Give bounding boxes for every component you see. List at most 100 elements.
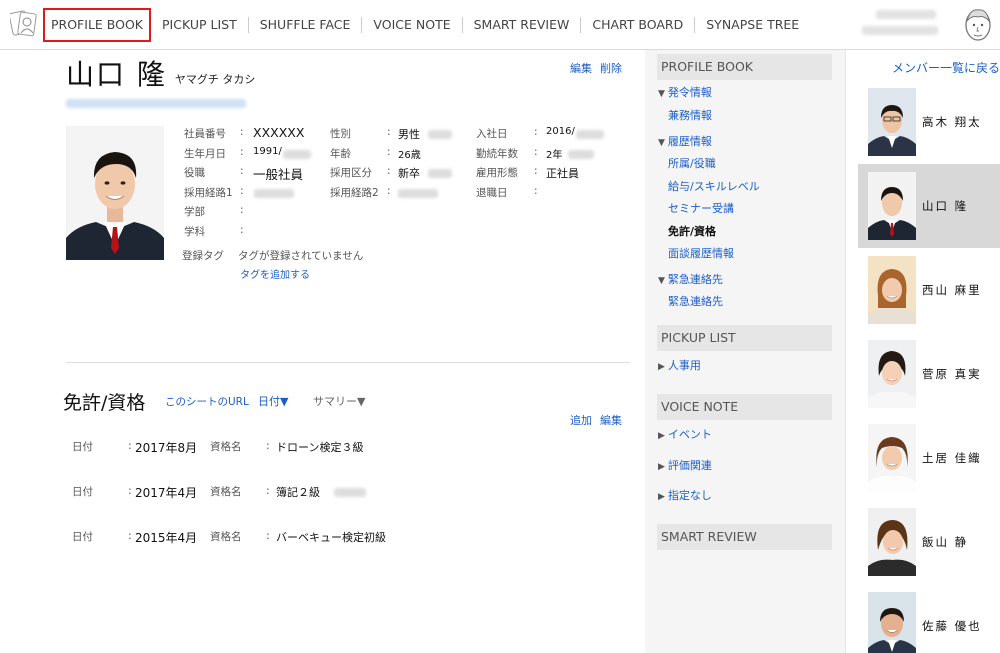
nav-synapse-tree[interactable]: SYNAPSE TREE <box>695 17 810 33</box>
menu-head-smart-review[interactable]: SMART REVIEW <box>657 524 832 550</box>
nav-pickup-list[interactable]: PICKUP LIST <box>151 17 249 33</box>
join-date-label: 入社日 <box>476 128 508 140</box>
member-item[interactable]: 飯山 静 <box>858 500 1000 584</box>
birth-label: 生年月日 <box>184 147 226 160</box>
menu-item-label: 指定なし <box>667 489 712 502</box>
blurred-value <box>428 169 452 178</box>
major-label: 学科 <box>184 225 205 238</box>
nav-profile-book[interactable]: PROFILE BOOK <box>43 8 152 42</box>
member-photo <box>868 508 916 576</box>
nav-smart-review[interactable]: SMART REVIEW <box>463 17 582 33</box>
license-row: 日付 : 2017年8月 資格名 : ドローン検定３級 <box>72 439 632 459</box>
retire-label: 退職日 <box>476 186 508 199</box>
menu-item-unspecified[interactable]: ▶ 指定なし <box>658 487 712 503</box>
blurred-value <box>334 488 366 497</box>
colon: : <box>534 145 538 158</box>
menu-group-label: 履歴情報 <box>667 135 712 148</box>
summary-dropdown[interactable]: サマリー▼ <box>313 393 365 409</box>
colon: : <box>387 184 391 197</box>
menu-head-profile-book[interactable]: PROFILE BOOK <box>657 54 832 80</box>
add-license-link[interactable]: 追加 <box>570 414 592 427</box>
menu-item-emergency-contact[interactable]: 緊急連絡先 <box>668 293 723 309</box>
colon: : <box>534 126 538 138</box>
colon: : <box>240 145 244 158</box>
user-avatar-icon[interactable] <box>962 6 994 44</box>
gender-label: 性別 <box>330 128 351 140</box>
menu-item-seminar[interactable]: セミナー受講 <box>668 200 734 216</box>
license-actions: 追加 編集 <box>570 412 630 428</box>
nav-chart-board[interactable]: CHART BOARD <box>581 17 696 33</box>
member-photo <box>868 592 916 653</box>
employment-value: 正社員 <box>546 167 579 180</box>
member-item[interactable]: 西山 麻里 <box>858 248 1000 332</box>
member-photo <box>868 172 916 240</box>
colon: : <box>240 204 244 216</box>
blurred-link[interactable] <box>66 99 246 108</box>
hire-type-label: 採用区分 <box>330 167 372 179</box>
back-to-members-link[interactable]: メンバー一覧に戻る <box>892 59 1000 76</box>
edit-license-link[interactable]: 編集 <box>600 414 622 427</box>
menu-head-voice-note[interactable]: VOICE NOTE <box>657 394 832 420</box>
member-item[interactable]: 菅原 真実 <box>858 332 1000 416</box>
route2-label: 採用経路2 <box>330 186 379 199</box>
menu-item-department[interactable]: 所属/役職 <box>668 155 716 171</box>
colon: : <box>240 126 244 138</box>
member-item[interactable]: 高木 翔太 <box>858 80 1000 164</box>
colon: : <box>266 529 270 542</box>
member-name: 菅原 真実 <box>922 367 982 381</box>
member-photo <box>868 256 916 324</box>
add-tag-link[interactable]: タグを追加する <box>240 266 310 281</box>
license-date-label: 日付 <box>72 486 93 498</box>
license-date: 2017年8月 <box>135 441 198 455</box>
menu-head-pickup-list[interactable]: PICKUP LIST <box>657 325 832 351</box>
profile-name: 山口 隆 <box>66 58 167 91</box>
menu-item-interview[interactable]: 面談履歴情報 <box>668 245 734 261</box>
route1-label: 採用経路1 <box>184 186 233 199</box>
info-row-6: 学科 : <box>184 224 624 244</box>
menu-group-appointment[interactable]: ▼ 発令情報 <box>658 84 712 100</box>
info-row-1: 社員番号 : XXXXXX 性別 : 男性 入社日 : 2016/ <box>184 125 624 146</box>
member-list: メンバー一覧に戻る 高木 翔太 山口 隆 西山 麻里 菅原 真実 土居 佳織 飯… <box>845 50 1000 653</box>
profile-kana: ヤマグチ タカシ <box>174 73 256 86</box>
blurred-value <box>254 188 294 198</box>
colon: : <box>387 126 391 138</box>
delete-profile-link[interactable]: 削除 <box>600 62 622 75</box>
member-name: 飯山 静 <box>922 535 969 549</box>
top-navigation-bar: PROFILE BOOK PICKUP LIST SHUFFLE FACE VO… <box>0 0 1000 50</box>
colon: : <box>128 439 132 452</box>
triangle-down-icon: ▼ <box>658 89 665 99</box>
member-photo <box>868 424 916 492</box>
profile-info-table: 社員番号 : XXXXXX 性別 : 男性 入社日 : 2016/ 生年月日 :… <box>184 125 624 244</box>
nav-voice-note[interactable]: VOICE NOTE <box>362 17 463 33</box>
nav-shuffle-face[interactable]: SHUFFLE FACE <box>249 17 363 33</box>
age-value: 26歳 <box>398 149 421 161</box>
date-sort-dropdown[interactable]: 日付▼ <box>258 393 288 409</box>
colon: : <box>240 223 244 236</box>
menu-item-license[interactable]: 免許/資格 <box>668 223 716 239</box>
app-logo-icon[interactable] <box>10 9 38 39</box>
member-item[interactable]: 土居 佳織 <box>858 416 1000 500</box>
member-item-selected[interactable]: 山口 隆 <box>858 164 1000 248</box>
triangle-down-icon: ▼ <box>658 138 665 148</box>
menu-item-evaluation[interactable]: ▶ 評価関連 <box>658 457 712 473</box>
member-item[interactable]: 佐藤 優也 <box>858 584 1000 653</box>
license-name-label: 資格名 <box>210 486 242 498</box>
tag-row: 登録タグ タグが登録されていません <box>182 248 377 263</box>
license-name: バーベキュー検定初級 <box>276 531 386 544</box>
blurred-value <box>428 130 452 139</box>
menu-item-event[interactable]: ▶ イベント <box>658 426 712 442</box>
license-date: 2015年4月 <box>135 531 198 545</box>
menu-item-hr[interactable]: ▶ 人事用 <box>658 357 701 373</box>
info-row-4: 採用経路1 : 採用経路2 : 退職日 : <box>184 185 624 205</box>
menu-item-salary[interactable]: 給与/スキルレベル <box>668 178 760 194</box>
sheet-url-link[interactable]: このシートのURL <box>165 394 249 409</box>
tag-label: 登録タグ <box>182 250 224 262</box>
menu-group-history[interactable]: ▼ 履歴情報 <box>658 133 712 149</box>
menu-item-concurrent[interactable]: 兼務情報 <box>668 107 712 123</box>
menu-group-emergency[interactable]: ▼ 緊急連絡先 <box>658 271 723 287</box>
edit-profile-link[interactable]: 編集 <box>570 62 592 75</box>
position-label: 役職 <box>184 167 205 179</box>
member-name: 高木 翔太 <box>922 115 982 129</box>
member-name: 山口 隆 <box>922 199 969 213</box>
info-row-2: 生年月日 : 1991/ 年齢 : 26歳 勤続年数 : 2年 <box>184 146 624 166</box>
